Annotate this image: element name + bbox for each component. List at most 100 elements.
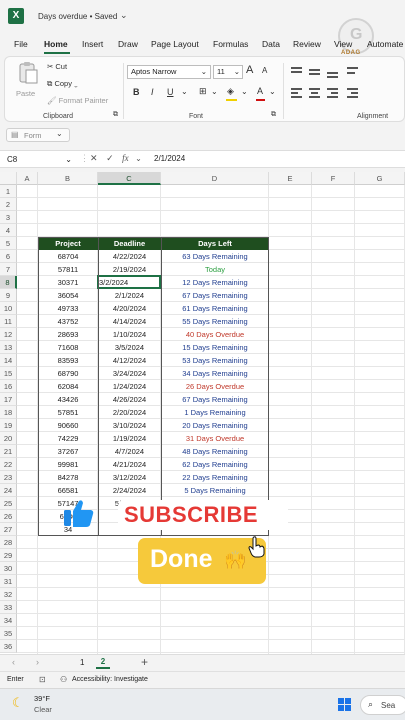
row-header-12[interactable]: 12 — [0, 328, 17, 341]
column-header-f[interactable]: F — [312, 172, 355, 185]
row-header-34[interactable]: 34 — [0, 614, 17, 627]
row-header-22[interactable]: 22 — [0, 458, 17, 471]
copy-button[interactable]: ⧉ Copy ⌄ — [47, 79, 78, 89]
tab-page-layout[interactable]: Page Layout — [151, 39, 199, 49]
row-header-31[interactable]: 31 — [0, 575, 17, 588]
row-header-25[interactable]: 25 — [0, 497, 17, 510]
row-header-33[interactable]: 33 — [0, 601, 17, 614]
row-header-27[interactable]: 27 — [0, 523, 17, 536]
chevron-down-icon[interactable]: ⌄ — [241, 87, 248, 96]
align-right-icon[interactable] — [327, 88, 339, 100]
fill-color-icon[interactable]: ◈ — [227, 86, 234, 97]
row-header-15[interactable]: 15 — [0, 367, 17, 380]
tab-automate[interactable]: Automate — [367, 39, 403, 49]
name-box[interactable]: C8 ⌄ — [4, 153, 74, 166]
add-sheet-icon[interactable]: + — [141, 655, 148, 669]
row-header-3[interactable]: 3 — [0, 211, 17, 224]
bold-button[interactable]: B — [133, 87, 140, 97]
font-size-select[interactable]: 11 ⌄ — [213, 65, 243, 79]
row-header-7[interactable]: 7 — [0, 263, 17, 276]
row-header-8[interactable]: 8 — [0, 276, 17, 289]
wrap-text-icon[interactable] — [347, 67, 359, 77]
column-header-e[interactable]: E — [269, 172, 312, 185]
formula-input[interactable]: 2/1/2024 — [154, 154, 185, 163]
align-bottom-icon[interactable] — [327, 67, 339, 78]
column-header-b[interactable]: B — [38, 172, 98, 185]
align-left-icon[interactable] — [291, 88, 303, 100]
row-header-32[interactable]: 32 — [0, 588, 17, 601]
format-painter-button[interactable]: 🖌 Format Painter — [47, 96, 108, 105]
font-name-select[interactable]: Aptos Narrow ⌄ — [127, 65, 211, 79]
cancel-icon[interactable]: ✕ — [90, 153, 98, 163]
row-header-21[interactable]: 21 — [0, 445, 17, 458]
dialog-launcher-icon[interactable]: ⧉ — [271, 111, 276, 119]
tab-draw[interactable]: Draw — [118, 39, 138, 49]
tab-home[interactable]: Home — [44, 39, 68, 49]
align-top-icon[interactable] — [291, 67, 303, 77]
row-header-36[interactable]: 36 — [0, 640, 17, 653]
accessibility-icon[interactable]: ⚇ — [60, 675, 67, 684]
chevron-down-icon[interactable]: ⌄ — [181, 87, 188, 96]
windows-start-icon[interactable] — [338, 698, 352, 712]
column-header-g[interactable]: G — [355, 172, 405, 185]
row-header-20[interactable]: 20 — [0, 432, 17, 445]
row-header-24[interactable]: 24 — [0, 484, 17, 497]
underline-button[interactable]: U — [167, 87, 174, 97]
chevron-down-icon[interactable]: ⌄ — [135, 154, 142, 163]
workbook-title[interactable]: Days overdue • Saved — [38, 12, 117, 21]
column-header-d[interactable]: D — [161, 172, 269, 185]
column-header-a[interactable]: A — [17, 172, 38, 185]
row-header-5[interactable]: 5 — [0, 237, 17, 250]
row-header-19[interactable]: 19 — [0, 419, 17, 432]
search-box[interactable]: ⌕ Sea — [360, 695, 405, 715]
row-header-6[interactable]: 6 — [0, 250, 17, 263]
row-header-13[interactable]: 13 — [0, 341, 17, 354]
customize-toolbar-icon[interactable]: ⌄ — [56, 129, 63, 138]
paste-button[interactable]: Paste — [13, 61, 43, 101]
italic-button[interactable]: I — [151, 87, 154, 97]
chevron-left-icon[interactable]: ‹ — [12, 657, 15, 667]
shrink-font-button[interactable]: A — [262, 66, 267, 75]
function-icon[interactable]: fx — [122, 153, 129, 163]
accessibility-status[interactable]: Accessibility: Investigate — [72, 676, 148, 683]
row-header-16[interactable]: 16 — [0, 380, 17, 393]
row-header-30[interactable]: 30 — [0, 562, 17, 575]
borders-icon[interactable]: ⊞ — [199, 86, 207, 97]
row-header-17[interactable]: 17 — [0, 393, 17, 406]
tab-review[interactable]: Review — [293, 39, 321, 49]
row-header-1[interactable]: 1 — [0, 185, 17, 198]
chevron-down-icon[interactable]: ⌄ — [211, 87, 218, 96]
weather-condition[interactable]: Clear — [34, 705, 52, 714]
row-header-35[interactable]: 35 — [0, 627, 17, 640]
cut-button[interactable]: ✂ Cut — [47, 62, 67, 71]
chevron-down-icon[interactable]: ⌄ — [269, 87, 276, 96]
tab-view[interactable]: View — [334, 39, 352, 49]
row-header-4[interactable]: 4 — [0, 224, 17, 237]
row-header-18[interactable]: 18 — [0, 406, 17, 419]
tab-data[interactable]: Data — [262, 39, 280, 49]
subscribe-banner[interactable]: SUBSCRIBE — [118, 500, 288, 530]
select-all-corner[interactable] — [0, 172, 17, 185]
weather-temperature[interactable]: 39°F — [34, 694, 50, 703]
row-header-23[interactable]: 23 — [0, 471, 17, 484]
grow-font-button[interactable]: A — [246, 64, 253, 76]
align-middle-icon[interactable] — [309, 67, 321, 77]
row-header-14[interactable]: 14 — [0, 354, 17, 367]
row-header-29[interactable]: 29 — [0, 549, 17, 562]
chevron-down-icon[interactable]: ⌄ — [120, 10, 128, 21]
check-icon[interactable]: ✓ — [106, 153, 114, 163]
row-header-9[interactable]: 9 — [0, 289, 17, 302]
font-color-icon[interactable]: A — [257, 86, 263, 96]
tab-formulas[interactable]: Formulas — [213, 39, 248, 49]
row-header-10[interactable]: 10 — [0, 302, 17, 315]
indent-icon[interactable] — [347, 88, 359, 100]
tab-insert[interactable]: Insert — [82, 39, 103, 49]
row-header-11[interactable]: 11 — [0, 315, 17, 328]
align-center-icon[interactable] — [309, 88, 321, 100]
row-header-2[interactable]: 2 — [0, 198, 17, 211]
tab-file[interactable]: File — [14, 39, 28, 49]
macro-record-icon[interactable]: ⊡ — [39, 675, 46, 684]
dialog-launcher-icon[interactable]: ⧉ — [113, 111, 118, 119]
column-header-c[interactable]: C — [98, 172, 161, 185]
sheet-tab-2[interactable]: 2 — [96, 655, 110, 669]
